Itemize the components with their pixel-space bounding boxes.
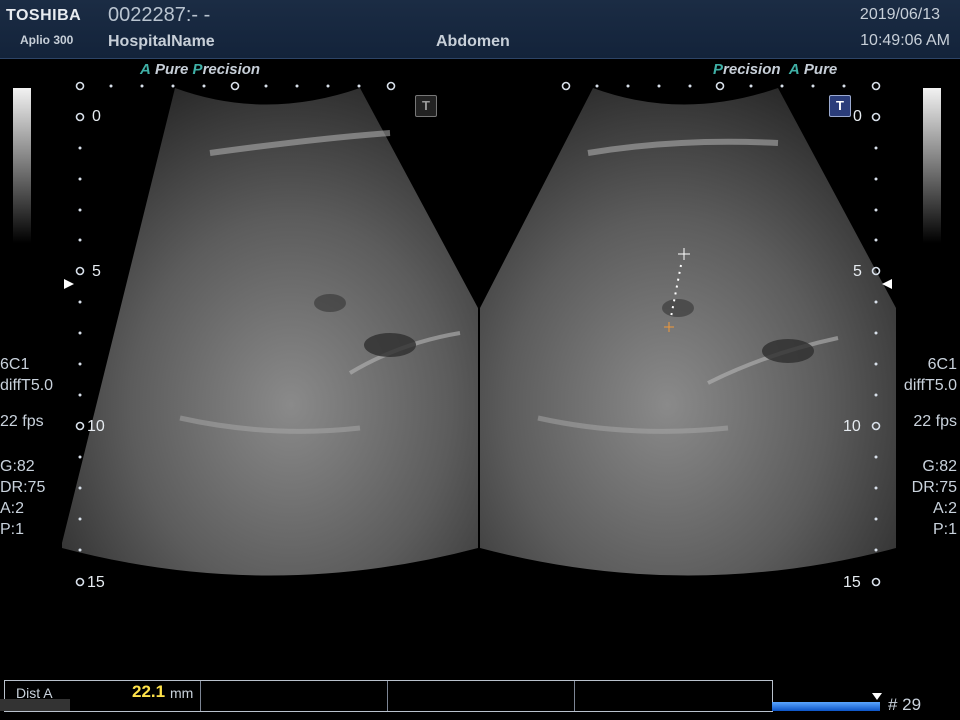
- right-dynamic-range: DR:75: [911, 479, 957, 496]
- left-fps: 22 fps: [0, 413, 44, 430]
- left-depth-5: 5: [92, 263, 101, 280]
- bottom-left-status-fragment: [0, 699, 70, 711]
- left-depth-15: 15: [87, 574, 105, 591]
- header-bar: TOSHIBA Aplio 300 0022287:- - HospitalNa…: [0, 0, 960, 59]
- patient-id: 0022287:- -: [108, 4, 211, 26]
- right-gain: G:82: [922, 458, 957, 475]
- exam-time: 10:49:06 AM: [860, 32, 950, 49]
- left-depth-10: 10: [87, 418, 105, 435]
- frame-number: # 29: [888, 695, 922, 714]
- measurement-cell-empty: [388, 681, 575, 711]
- right-depth-0: 0: [853, 108, 862, 125]
- exam-date: 2019/06/13: [859, 6, 940, 23]
- brand-logo: TOSHIBA: [6, 7, 82, 24]
- right-mode: diffT5.0: [903, 377, 957, 394]
- right-depth-10: 10: [843, 418, 861, 435]
- right-mode-tag: Precision A Pure: [713, 61, 838, 78]
- right-focus-marker: [882, 279, 892, 289]
- measurement-unit: mm: [170, 685, 194, 701]
- left-parameters: 6C1 diffT5.0: [0, 354, 53, 396]
- right-t-icon[interactable]: T: [829, 95, 851, 117]
- right-fps: 22 fps: [913, 413, 957, 430]
- right-grayscale-bar: [923, 88, 941, 243]
- left-mode-tag: A Pure Precision: [140, 61, 261, 78]
- left-depth-0: 0: [92, 108, 101, 125]
- cine-progress-bar[interactable]: [772, 702, 880, 711]
- left-probe: 6C1: [0, 356, 30, 373]
- right-settings: G:82 DR:75 A:2 P:1: [912, 456, 957, 540]
- left-a-value: A:2: [0, 500, 25, 517]
- cine-position-marker[interactable]: [872, 693, 882, 700]
- left-grayscale-bar: [13, 88, 31, 243]
- right-p-value: P:1: [932, 521, 957, 538]
- depth-scales: [64, 81, 892, 587]
- left-gain: G:82: [0, 458, 35, 475]
- device-model: Aplio 300: [20, 33, 74, 47]
- left-p-value: P:1: [0, 521, 25, 538]
- right-depth-15: 15: [843, 574, 861, 591]
- left-dynamic-range: DR:75: [0, 479, 46, 496]
- measurement-cell-empty: [575, 681, 772, 711]
- exam-type: Abdomen: [436, 33, 510, 50]
- left-focus-marker: [64, 279, 74, 289]
- hospital-name: HospitalName: [108, 33, 215, 50]
- left-settings: G:82 DR:75 A:2 P:1: [0, 456, 45, 540]
- measurement-value: 22.1: [132, 682, 166, 701]
- right-parameters: 6C1 diffT5.0: [904, 354, 957, 396]
- right-a-value: A:2: [932, 500, 957, 517]
- measurement-table: Dist A 22.1 mm: [4, 680, 773, 712]
- left-t-icon[interactable]: T: [415, 95, 437, 117]
- measurement-cell-empty: [201, 681, 388, 711]
- right-depth-5: 5: [853, 263, 862, 280]
- left-mode: diffT5.0: [0, 377, 54, 394]
- right-probe: 6C1: [927, 356, 957, 373]
